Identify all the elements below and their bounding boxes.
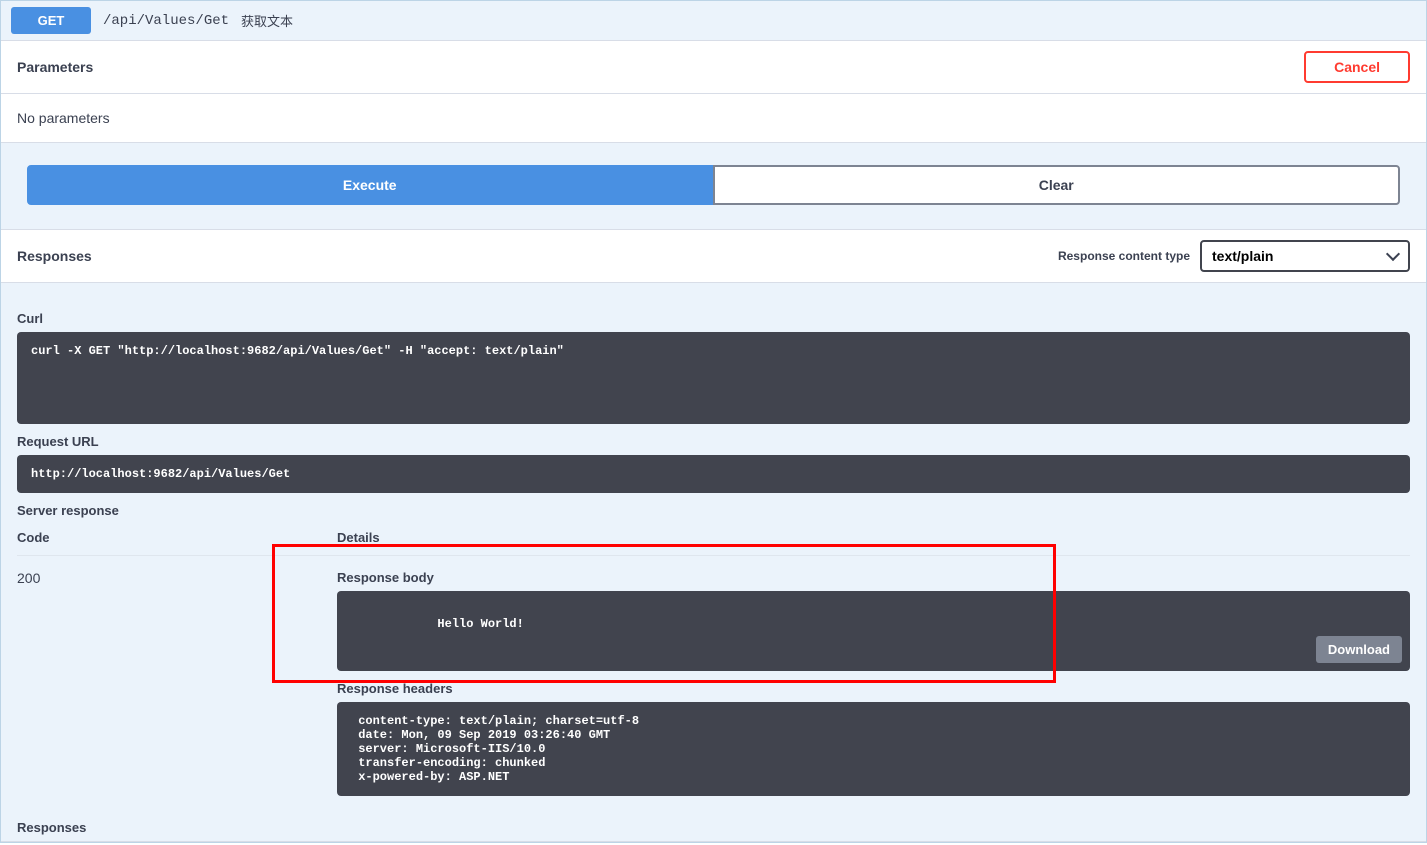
- operation-path: /api/Values/Get: [103, 13, 229, 29]
- clear-button[interactable]: Clear: [713, 165, 1401, 205]
- content-type-label: Response content type: [1058, 249, 1190, 263]
- no-parameters-text: No parameters: [1, 94, 1426, 143]
- parameters-header: Parameters Cancel: [1, 41, 1426, 94]
- method-badge: GET: [11, 7, 91, 34]
- operation-description: 获取文本: [241, 11, 293, 30]
- details-cell: Response body Hello World! Download Resp…: [337, 570, 1410, 796]
- curl-command[interactable]: curl -X GET "http://localhost:9682/api/V…: [17, 332, 1410, 424]
- table-row: 200 Response body Hello World! Download …: [17, 556, 1410, 796]
- content-type-select[interactable]: text/plain: [1200, 240, 1410, 272]
- response-table-head: Code Details: [17, 524, 1410, 556]
- operation-summary[interactable]: GET /api/Values/Get 获取文本: [1, 1, 1426, 41]
- responses-footer-title: Responses: [17, 820, 1410, 835]
- request-url[interactable]: http://localhost:9682/api/Values/Get: [17, 455, 1410, 493]
- responses-header: Responses Response content type text/pla…: [1, 229, 1426, 283]
- curl-label: Curl: [17, 311, 1410, 326]
- server-response-label: Server response: [17, 503, 1410, 518]
- execute-button[interactable]: Execute: [27, 165, 713, 205]
- content-type-control: Response content type text/plain: [1058, 240, 1410, 272]
- code-header: Code: [17, 530, 337, 545]
- responses-title: Responses: [17, 248, 92, 264]
- responses-body: Curl curl -X GET "http://localhost:9682/…: [1, 283, 1426, 802]
- response-headers-label: Response headers: [337, 681, 1410, 696]
- request-url-label: Request URL: [17, 434, 1410, 449]
- parameters-title: Parameters: [17, 59, 93, 75]
- action-button-row: Execute Clear: [1, 143, 1426, 229]
- download-button[interactable]: Download: [1316, 636, 1402, 663]
- responses-footer: Responses: [1, 820, 1426, 835]
- cancel-button[interactable]: Cancel: [1304, 51, 1410, 83]
- response-body-block: Hello World! Download: [337, 591, 1410, 671]
- response-table: Code Details 200 Response body Hello Wor…: [17, 524, 1410, 796]
- response-body-text[interactable]: Hello World!: [437, 617, 523, 631]
- operation-block: GET /api/Values/Get 获取文本 Parameters Canc…: [1, 1, 1426, 842]
- status-code: 200: [17, 570, 337, 796]
- response-body-label: Response body: [337, 570, 1410, 585]
- response-headers[interactable]: content-type: text/plain; charset=utf-8 …: [337, 702, 1410, 796]
- details-header: Details: [337, 530, 1410, 545]
